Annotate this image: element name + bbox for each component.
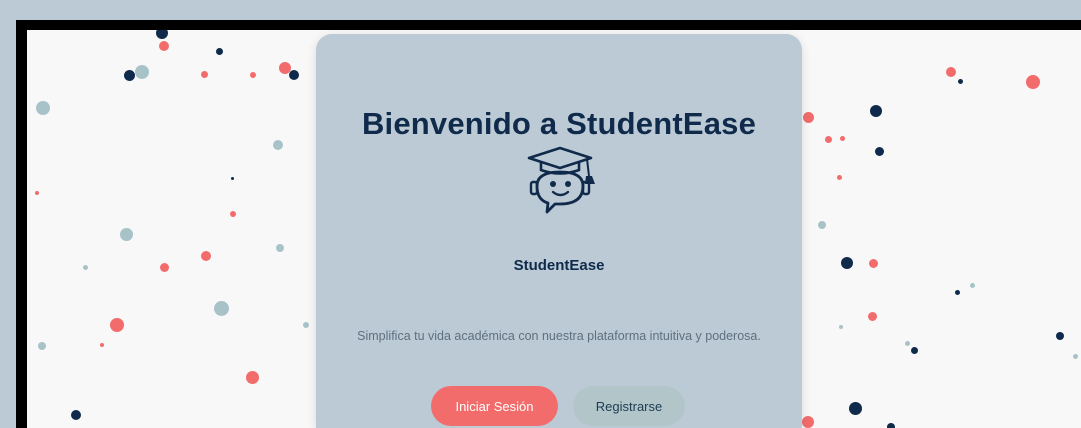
confetti-dot xyxy=(946,67,956,77)
confetti-dot xyxy=(1026,75,1040,89)
confetti-dot xyxy=(38,342,46,350)
confetti-dot xyxy=(1056,332,1064,340)
confetti-dot xyxy=(246,371,259,384)
tagline-text: Simplifica tu vida académica con nuestra… xyxy=(357,329,761,343)
confetti-dot xyxy=(35,191,39,195)
brand-name: StudentEase xyxy=(513,257,605,274)
confetti-dot xyxy=(230,211,236,217)
confetti-dot xyxy=(36,101,50,115)
confetti-dot xyxy=(216,48,223,55)
confetti-dot xyxy=(71,410,81,420)
confetti-dot xyxy=(837,175,842,180)
welcome-card: Bienvenido a StudentEase StudentEase Sim… xyxy=(316,34,802,428)
confetti-dot xyxy=(849,402,862,415)
confetti-dot xyxy=(201,251,211,261)
confetti-dot xyxy=(841,257,853,269)
confetti-dot xyxy=(868,312,877,321)
confetti-dot xyxy=(83,265,88,270)
confetti-dot xyxy=(159,41,169,51)
confetti-dot xyxy=(870,105,882,117)
confetti-dot xyxy=(803,112,814,123)
confetti-dot xyxy=(905,341,910,346)
confetti-dot xyxy=(1073,354,1078,359)
confetti-dot xyxy=(273,140,283,150)
page-title: Bienvenido a StudentEase xyxy=(361,106,757,141)
confetti-dot xyxy=(303,322,309,328)
confetti-dot xyxy=(156,30,168,39)
confetti-dot xyxy=(231,177,234,180)
confetti-dot xyxy=(802,416,814,428)
register-button[interactable]: Registrarse xyxy=(573,386,685,426)
confetti-dot xyxy=(911,347,918,354)
confetti-dot xyxy=(970,283,975,288)
confetti-dot xyxy=(160,263,169,272)
confetti-dot xyxy=(276,244,284,252)
confetti-dot xyxy=(875,147,884,156)
confetti-dot xyxy=(818,221,826,229)
confetti-dot xyxy=(955,290,960,295)
confetti-dot xyxy=(214,301,229,316)
confetti-dot xyxy=(135,65,149,79)
graduation-cap-robot-logo-icon xyxy=(527,146,595,214)
confetti-dot xyxy=(250,72,256,78)
confetti-dot xyxy=(887,423,895,428)
confetti-dot xyxy=(110,318,124,332)
confetti-dot xyxy=(869,259,878,268)
confetti-dot xyxy=(825,136,832,143)
confetti-dot xyxy=(201,71,208,78)
confetti-dot xyxy=(100,343,104,347)
confetti-dot xyxy=(120,228,133,241)
confetti-dot xyxy=(958,79,963,84)
login-button[interactable]: Iniciar Sesión xyxy=(431,386,558,426)
confetti-dot xyxy=(839,325,843,329)
confetti-dot xyxy=(289,70,299,80)
confetti-dot xyxy=(124,70,135,81)
confetti-dot xyxy=(840,136,845,141)
